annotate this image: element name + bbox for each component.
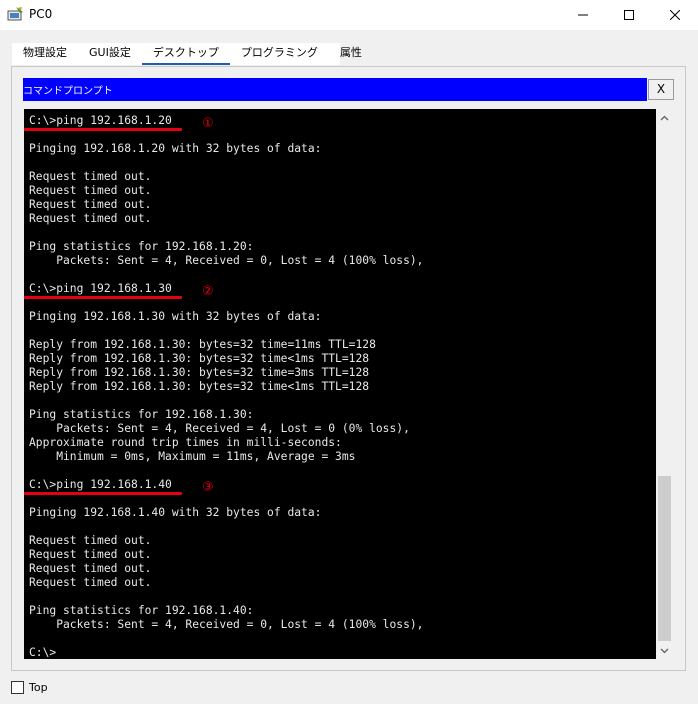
- annotation-marker: ①: [202, 116, 214, 131]
- terminal-line: Request timed out.: [29, 548, 152, 561]
- maximize-icon: [624, 10, 634, 20]
- terminal-line: Reply from 192.168.1.30: bytes=32 time=3…: [29, 366, 370, 379]
- terminal-line: Packets: Sent = 4, Received = 0, Lost = …: [29, 618, 424, 631]
- terminal-line: C:\>ping 192.168.1.40: [29, 478, 172, 491]
- terminal-line: Request timed out.: [29, 198, 152, 211]
- close-icon: [670, 10, 680, 20]
- top-checkbox-label: Top: [29, 681, 48, 694]
- command-prompt-header: コマンドプロンプト: [23, 78, 647, 101]
- terminal-line: C:\>: [29, 646, 57, 659]
- command-underline: [24, 296, 182, 299]
- terminal-output[interactable]: C:\>ping 192.168.1.20 Pinging 192.168.1.2…: [24, 109, 656, 659]
- terminal-line: Request timed out.: [29, 576, 152, 589]
- app-icon: [7, 6, 25, 24]
- tab-attributes[interactable]: 属性: [329, 43, 373, 65]
- tab-physical[interactable]: 物理設定: [12, 43, 78, 65]
- scroll-thumb[interactable]: [658, 476, 671, 641]
- terminal-line: Packets: Sent = 4, Received = 4, Lost = …: [29, 422, 410, 435]
- terminal-line: C:\>ping 192.168.1.30: [29, 282, 172, 295]
- tab-strip: 物理設定 GUI設定 デスクトップ プログラミング 属性: [12, 43, 373, 65]
- chevron-up-icon: [660, 115, 669, 120]
- close-window-button[interactable]: [652, 0, 698, 30]
- chevron-down-icon: [660, 648, 669, 653]
- title-bar: PC0: [0, 0, 698, 30]
- terminal-line: Pinging 192.168.1.20 with 32 bytes of da…: [29, 142, 322, 155]
- terminal-line: Pinging 192.168.1.40 with 32 bytes of da…: [29, 506, 322, 519]
- minimize-icon: [578, 14, 588, 16]
- terminal-line: Ping statistics for 192.168.1.30:: [29, 408, 254, 421]
- top-checkbox[interactable]: [11, 681, 24, 694]
- terminal-line: C:\>ping 192.168.1.20: [29, 114, 172, 127]
- annotation-marker: ②: [202, 284, 214, 299]
- window-title: PC0: [29, 7, 53, 21]
- terminal-line: Ping statistics for 192.168.1.20:: [29, 240, 254, 253]
- terminal-line: Minimum = 0ms, Maximum = 11ms, Average =…: [29, 450, 356, 463]
- terminal-line: Reply from 192.168.1.30: bytes=32 time<1…: [29, 352, 370, 365]
- terminal-line: Pinging 192.168.1.30 with 32 bytes of da…: [29, 310, 322, 323]
- terminal-line: Request timed out.: [29, 212, 152, 225]
- terminal-line: Approximate round trip times in milli-se…: [29, 436, 342, 449]
- command-underline: [24, 128, 182, 131]
- command-prompt-title: コマンドプロンプト: [23, 86, 113, 97]
- maximize-button[interactable]: [606, 0, 652, 30]
- tab-programming[interactable]: プログラミング: [230, 43, 329, 65]
- terminal-line: Packets: Sent = 4, Received = 0, Lost = …: [29, 254, 424, 267]
- minimize-button[interactable]: [560, 0, 606, 30]
- command-underline: [24, 492, 182, 495]
- scroll-down-button[interactable]: [656, 642, 673, 659]
- scroll-up-button[interactable]: [656, 109, 673, 126]
- terminal-line: Request timed out.: [29, 562, 152, 575]
- tab-desktop[interactable]: デスクトップ: [141, 43, 230, 65]
- tab-gui-config[interactable]: GUI設定: [78, 43, 142, 65]
- terminal-scrollbar[interactable]: [656, 109, 673, 659]
- terminal-line: Request timed out.: [29, 184, 152, 197]
- command-prompt-close-button[interactable]: X: [648, 79, 674, 100]
- terminal-line: Request timed out.: [29, 534, 152, 547]
- terminal-line: Reply from 192.168.1.30: bytes=32 time=1…: [29, 338, 376, 351]
- terminal-line: Ping statistics for 192.168.1.40:: [29, 604, 254, 617]
- terminal-line: Reply from 192.168.1.30: bytes=32 time<1…: [29, 380, 370, 393]
- annotation-marker: ③: [202, 480, 214, 495]
- terminal-line: Request timed out.: [29, 170, 152, 183]
